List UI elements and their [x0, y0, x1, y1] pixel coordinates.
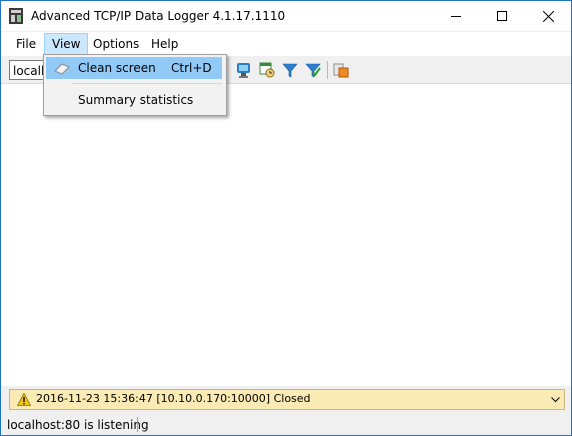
maximize-icon [497, 11, 507, 21]
status-bar: localhost:80 is listening [1, 414, 571, 435]
menu-item-clean-screen[interactable]: Clean screen Ctrl+D [46, 57, 222, 79]
statusbar-divider [137, 417, 138, 432]
view-menu-dropdown: Clean screen Ctrl+D Summary statistics [43, 54, 227, 116]
close-button[interactable] [525, 1, 571, 31]
filter-check-icon[interactable] [305, 61, 321, 79]
menu-bar: File View Options Help [1, 32, 571, 56]
menu-item-summary-statistics[interactable]: Summary statistics [46, 89, 222, 111]
chevron-down-icon [550, 396, 560, 402]
close-icon [542, 10, 554, 22]
monitor-icon[interactable] [236, 61, 252, 79]
calendar-clock-icon[interactable] [259, 61, 275, 79]
maximize-button[interactable] [479, 1, 525, 31]
minimize-icon [451, 16, 461, 17]
summary-statistics-label: Summary statistics [78, 93, 194, 107]
status-log-dropdown-button[interactable] [546, 390, 564, 409]
toolbar-separator [327, 61, 328, 79]
status-log-combo[interactable]: 2016-11-23 15:36:47 [10.10.0.170:10000] … [9, 389, 565, 410]
clean-screen-shortcut: Ctrl+D [171, 61, 212, 75]
filter-icon[interactable] [282, 61, 298, 79]
window-title: Advanced TCP/IP Data Logger 4.1.17.1110 [31, 9, 286, 23]
warning-icon [17, 393, 31, 406]
menu-file[interactable]: File [9, 34, 43, 54]
status-log-message: 2016-11-23 15:36:47 [10.10.0.170:10000] … [36, 392, 311, 405]
menu-options[interactable]: Options [86, 34, 146, 54]
export-icon[interactable] [333, 61, 349, 79]
menu-separator [72, 83, 222, 84]
eraser-icon [54, 63, 70, 75]
log-area[interactable] [1, 84, 571, 386]
menu-help[interactable]: Help [144, 34, 185, 54]
menu-view[interactable]: View [44, 33, 89, 55]
app-logo-icon [9, 8, 23, 24]
clean-screen-label: Clean screen [78, 61, 156, 75]
title-bar[interactable]: Advanced TCP/IP Data Logger 4.1.17.1110 [1, 1, 571, 31]
minimize-button[interactable] [433, 1, 479, 31]
listening-status: localhost:80 is listening [7, 418, 149, 432]
